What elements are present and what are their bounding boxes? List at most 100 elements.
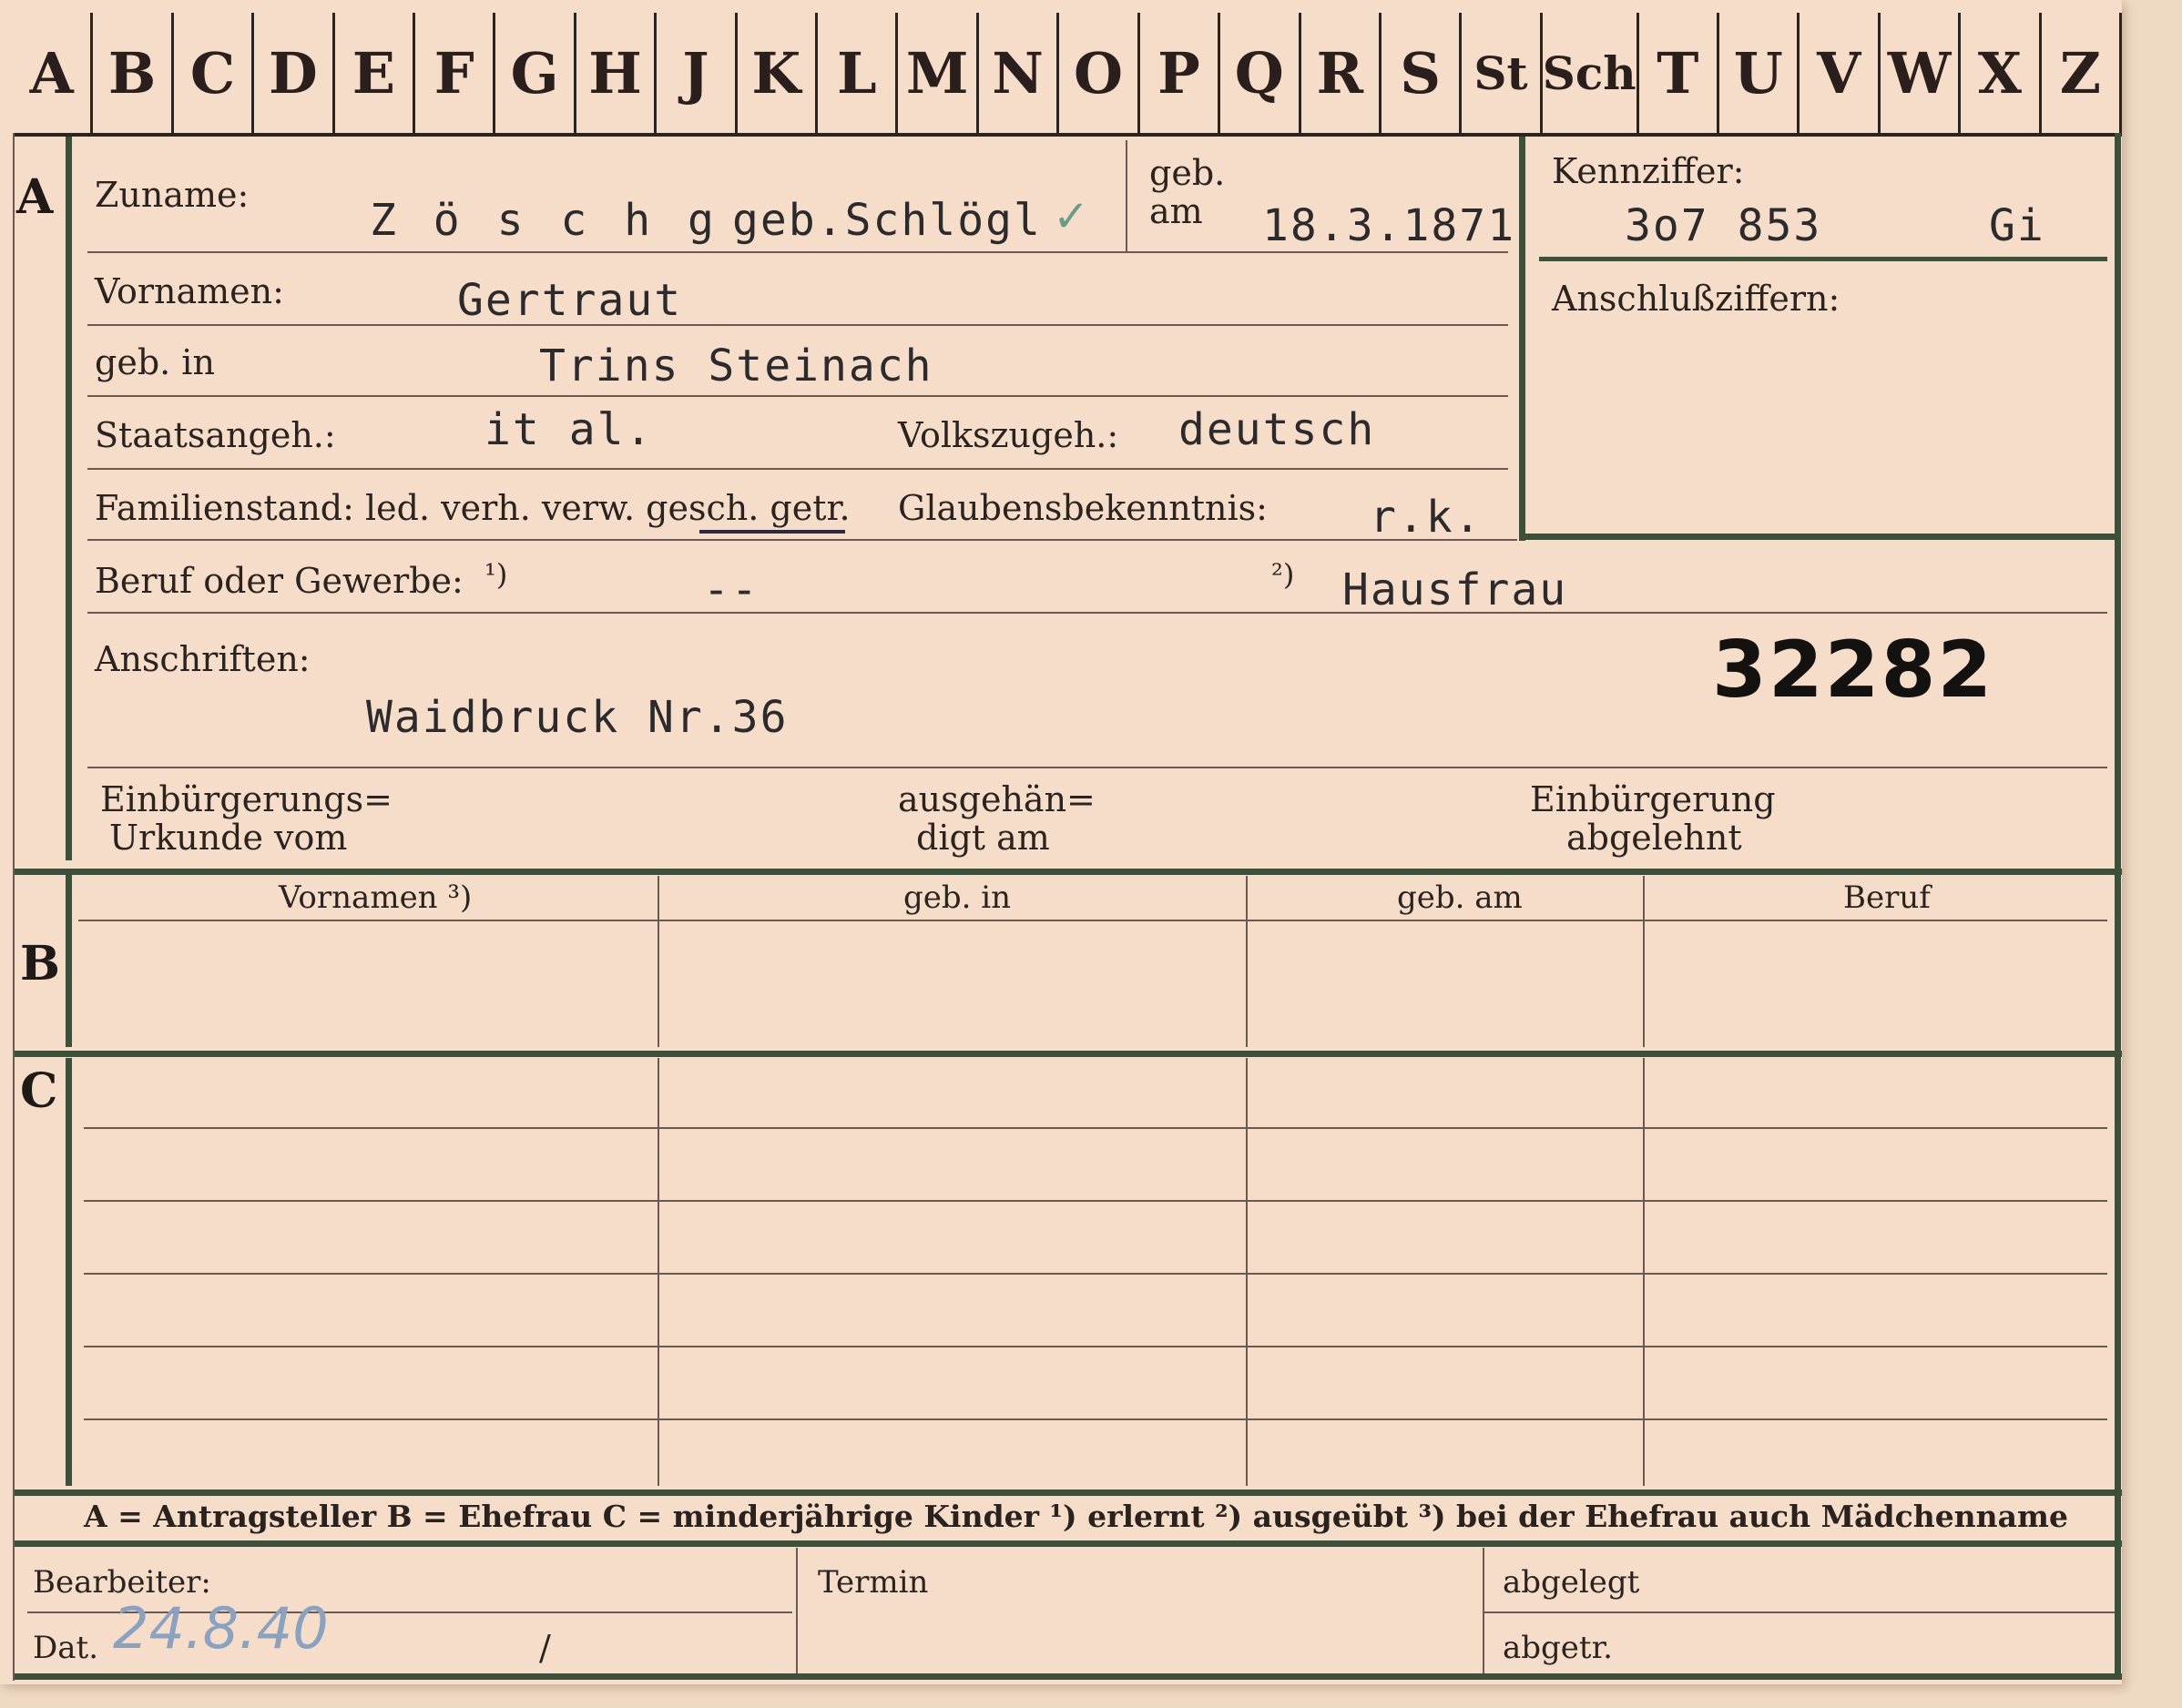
ausgehaen-label-2: digt am — [916, 818, 1050, 858]
letter-tab-o: O — [1059, 13, 1140, 133]
geb-in-label: geb. in — [95, 342, 215, 382]
letter-tab-row: A B C D E F G H J K L M N O P Q R S St Sch T U V W X Z — [13, 13, 2123, 133]
ausgehaen-label-1: ausgehän= — [898, 779, 1096, 819]
beruf-note-2: ²) — [1271, 557, 1295, 592]
beruf-value-1: -- — [703, 564, 760, 615]
frame-right — [2115, 133, 2121, 1679]
section-b-letter: B — [20, 936, 60, 991]
letter-tab-h: H — [576, 13, 658, 133]
anschluss-label: Anschlußziffern: — [1552, 279, 1840, 319]
letter-tab-d: D — [254, 13, 335, 133]
volkszugeh-label: Volkszugeh.: — [898, 415, 1119, 455]
footer-col-div-2 — [1483, 1548, 1484, 1673]
row-line-familienstand — [87, 539, 1517, 541]
check-mark-icon: ✓ — [1053, 191, 1090, 242]
letter-tab-v: V — [1800, 13, 1881, 133]
letter-tab-t: T — [1639, 13, 1720, 133]
beruf-label: Beruf oder Gewerbe: — [95, 561, 464, 601]
vornamen-label: Vornamen: — [95, 271, 284, 311]
glaubens-value: r.k. — [1370, 492, 1483, 543]
letter-tab-p: P — [1140, 13, 1221, 133]
letter-tab-u: U — [1719, 13, 1800, 133]
kennziffer-value: 3o7 853 — [1625, 200, 1822, 251]
frame-left-a — [66, 137, 72, 860]
einbuergerung-label-1: Einbürgerungs= — [100, 779, 393, 819]
geb-am-label-2: am — [1149, 191, 1203, 231]
section-a-letter: A — [16, 169, 54, 225]
b-header-line — [78, 920, 2107, 921]
c-row-line-2 — [84, 1200, 2107, 1202]
glaubens-label: Glaubensbekenntnis: — [898, 488, 1268, 528]
section-c-letter: C — [20, 1063, 58, 1119]
c-row-line-5 — [84, 1418, 2107, 1420]
beruf-value-2: Hausfrau — [1342, 564, 1568, 615]
b-header-gebam: geb. am — [1397, 879, 1523, 916]
row-line-beruf — [87, 612, 2107, 614]
frame-left-outer — [13, 133, 15, 1681]
registration-card: A B C D E F G H J K L M N O P Q R S St Sch T U V W X Z A Kennziff… — [0, 0, 2123, 1684]
dat-value: 24.8.40 — [113, 1595, 329, 1662]
anschriften-value: Waidbruck Nr.36 — [366, 692, 789, 743]
c-col-div-3 — [1643, 1058, 1645, 1486]
b-col-div-1 — [658, 876, 659, 1047]
letter-tab-st: St — [1462, 13, 1543, 133]
letter-tab-r: R — [1301, 13, 1382, 133]
letter-tab-b: B — [93, 13, 174, 133]
vornamen-value: Gertraut — [457, 275, 683, 326]
dat-label: Dat. — [33, 1630, 99, 1666]
c-row-line-4 — [84, 1346, 2107, 1347]
letter-tab-c: C — [174, 13, 255, 133]
b-header-beruf: Beruf — [1843, 879, 1931, 916]
letter-tab-z: Z — [2042, 13, 2123, 133]
familienstand-underline — [699, 530, 845, 534]
c-row-line-1 — [84, 1127, 2107, 1129]
abgelehnt-label-1: Einbürgerung — [1530, 779, 1776, 819]
letter-tab-s: S — [1382, 13, 1463, 133]
einbuergerung-label-2: Urkunde vom — [109, 818, 348, 858]
beruf-note-1: ¹) — [484, 557, 508, 592]
c-row-line-3 — [84, 1273, 2107, 1275]
kennziffer-suffix: Gi — [1989, 200, 2045, 251]
staatsangeh-label: Staatsangeh.: — [95, 415, 336, 455]
letter-tab-j: J — [657, 13, 738, 133]
zuname-label: Zuname: — [95, 175, 250, 215]
kennziffer-separator — [1539, 257, 2107, 261]
zuname-value: Z ö s c h g — [370, 195, 719, 246]
footer-col-div-1 — [796, 1548, 798, 1673]
letter-tab-w: W — [1881, 13, 1962, 133]
kennziffer-box-left — [1519, 137, 1525, 541]
geb-am-value: 18.3.1871 — [1262, 200, 1516, 251]
b-col-div-3 — [1643, 876, 1645, 1047]
stamp-number: 32282 — [1712, 625, 1994, 716]
letter-tab-g: G — [495, 13, 576, 133]
letter-tab-sch: Sch — [1543, 13, 1639, 133]
b-header-vornamen: Vornamen ³) — [279, 879, 473, 916]
letter-tab-k: K — [738, 13, 819, 133]
zuname-gebam-divider — [1126, 140, 1127, 253]
b-col-div-2 — [1246, 876, 1248, 1047]
row-line-staatsangeh — [87, 468, 1508, 470]
frame-divider-legend-bottom — [13, 1540, 2122, 1547]
row-line-anschriften — [87, 767, 2107, 768]
c-col-div-2 — [1246, 1058, 1248, 1486]
letter-tab-l: L — [818, 13, 899, 133]
abgelegt-label: abgelegt — [1503, 1564, 1640, 1601]
row-line-vornamen — [87, 324, 1508, 326]
geb-in-value: Trins Steinach — [539, 341, 933, 391]
letter-tab-n: N — [979, 13, 1060, 133]
frame-bottom — [13, 1673, 2122, 1680]
abgetr-label: abgetr. — [1503, 1630, 1613, 1666]
abgelegt-line — [1484, 1611, 2115, 1613]
kennziffer-box-bottom — [1519, 534, 2115, 540]
volkszugeh-value: deutsch — [1178, 404, 1376, 455]
letter-tab-a: A — [13, 13, 94, 133]
row-line-gebin — [87, 395, 1508, 397]
dat-slash: / — [539, 1628, 551, 1668]
zuname-maiden: geb.Schlögl — [732, 195, 1042, 246]
geb-am-label-1: geb. — [1149, 153, 1226, 193]
letter-tab-m: M — [898, 13, 979, 133]
kennziffer-label: Kennziffer: — [1552, 151, 1745, 191]
staatsangeh-value: it al. — [484, 404, 654, 455]
row-line-zuname — [87, 251, 1508, 253]
frame-divider-legend-top — [13, 1489, 2122, 1496]
